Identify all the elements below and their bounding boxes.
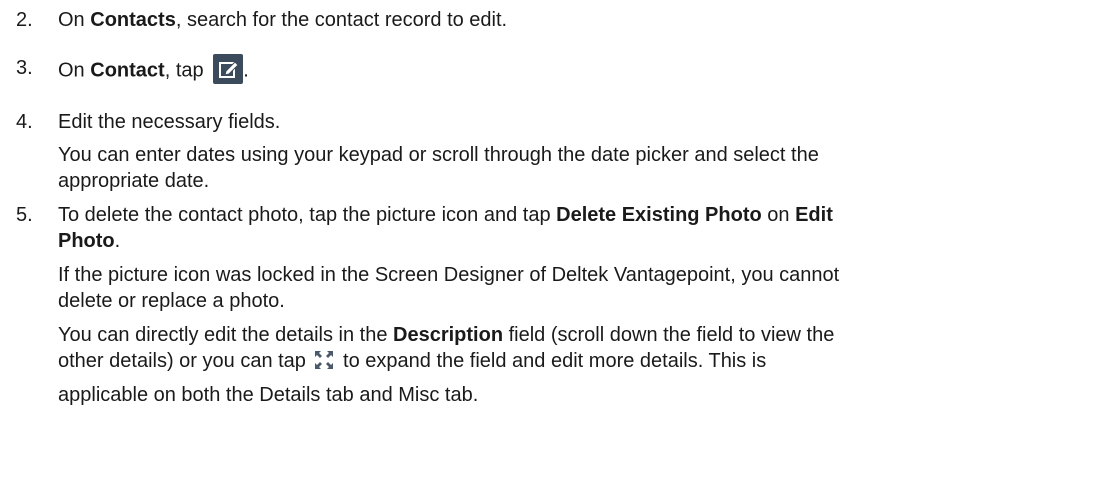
ui-term-description: Description (393, 324, 504, 346)
expand-icon (313, 349, 335, 371)
step-number: 3. (16, 57, 33, 79)
ui-term-delete-existing-photo: Delete Existing Photo (556, 204, 762, 226)
step-number: 5. (16, 204, 33, 226)
step-number: 4. (16, 111, 33, 133)
step-note: You can directly edit the details in the… (58, 324, 835, 346)
step-text: Edit the necessary fields. (58, 111, 281, 133)
step-text: On Contacts, search for the contact reco… (58, 9, 508, 31)
ui-term-contacts: Contacts (90, 9, 176, 31)
step-note: applicable on both the Details tab and M… (58, 384, 479, 406)
step-note: If the picture icon was locked in the Sc… (58, 264, 840, 286)
step-text: On Contact, tap . (58, 54, 249, 86)
step-text: To delete the contact photo, tap the pic… (58, 204, 833, 226)
step-note: appropriate date. (58, 170, 210, 192)
ui-term-photo: Photo (58, 230, 115, 252)
ui-term-edit: Edit (795, 204, 833, 226)
step-number: 2. (16, 9, 33, 31)
step-note: delete or replace a photo. (58, 290, 285, 312)
edit-icon (213, 54, 244, 84)
ui-term-contact: Contact (90, 59, 165, 82)
step-note: You can enter dates using your keypad or… (58, 144, 819, 166)
step-text: Photo. (58, 230, 121, 252)
step-note: other details) or you can tap to expand … (58, 349, 767, 372)
